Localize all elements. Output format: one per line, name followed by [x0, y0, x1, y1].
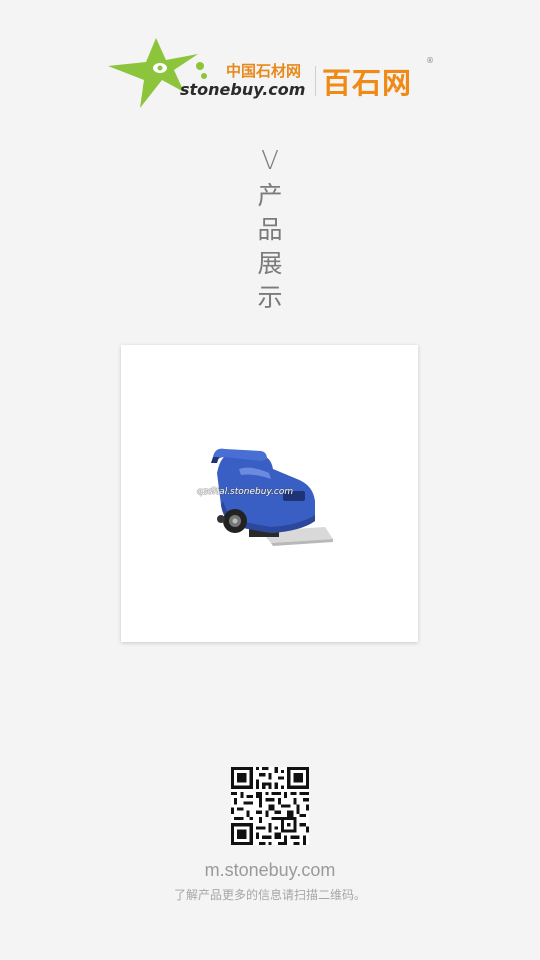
image-watermark: qzdital.stonebuy.com — [197, 487, 294, 497]
section-marker: V — [261, 146, 279, 176]
logo-domain: stonebuy.com — [180, 80, 306, 99]
product-card[interactable]: qzdital.stonebuy.com — [121, 345, 418, 642]
qr-code-icon[interactable] — [231, 767, 309, 845]
scan-hint: 了解产品更多的信息请扫描二维码。 — [173, 888, 366, 902]
section-title: V 产 品 展 示 — [250, 143, 290, 315]
registered-mark: ® — [426, 56, 434, 65]
logo-brand-name: 百石网 — [322, 66, 413, 100]
site-url[interactable]: m.stonebuy.com — [0, 860, 540, 881]
section-title-char: 展 — [257, 249, 283, 278]
section-title-char: 示 — [257, 283, 283, 312]
logo-divider — [315, 66, 316, 96]
logo-chinese-name: 中国石材网 — [226, 62, 302, 80]
section-title-char: 产 — [257, 181, 283, 210]
site-logo[interactable]: 中国石材网 stonebuy.com 百石网 ® — [106, 36, 436, 110]
section-title-char: 品 — [257, 215, 283, 244]
